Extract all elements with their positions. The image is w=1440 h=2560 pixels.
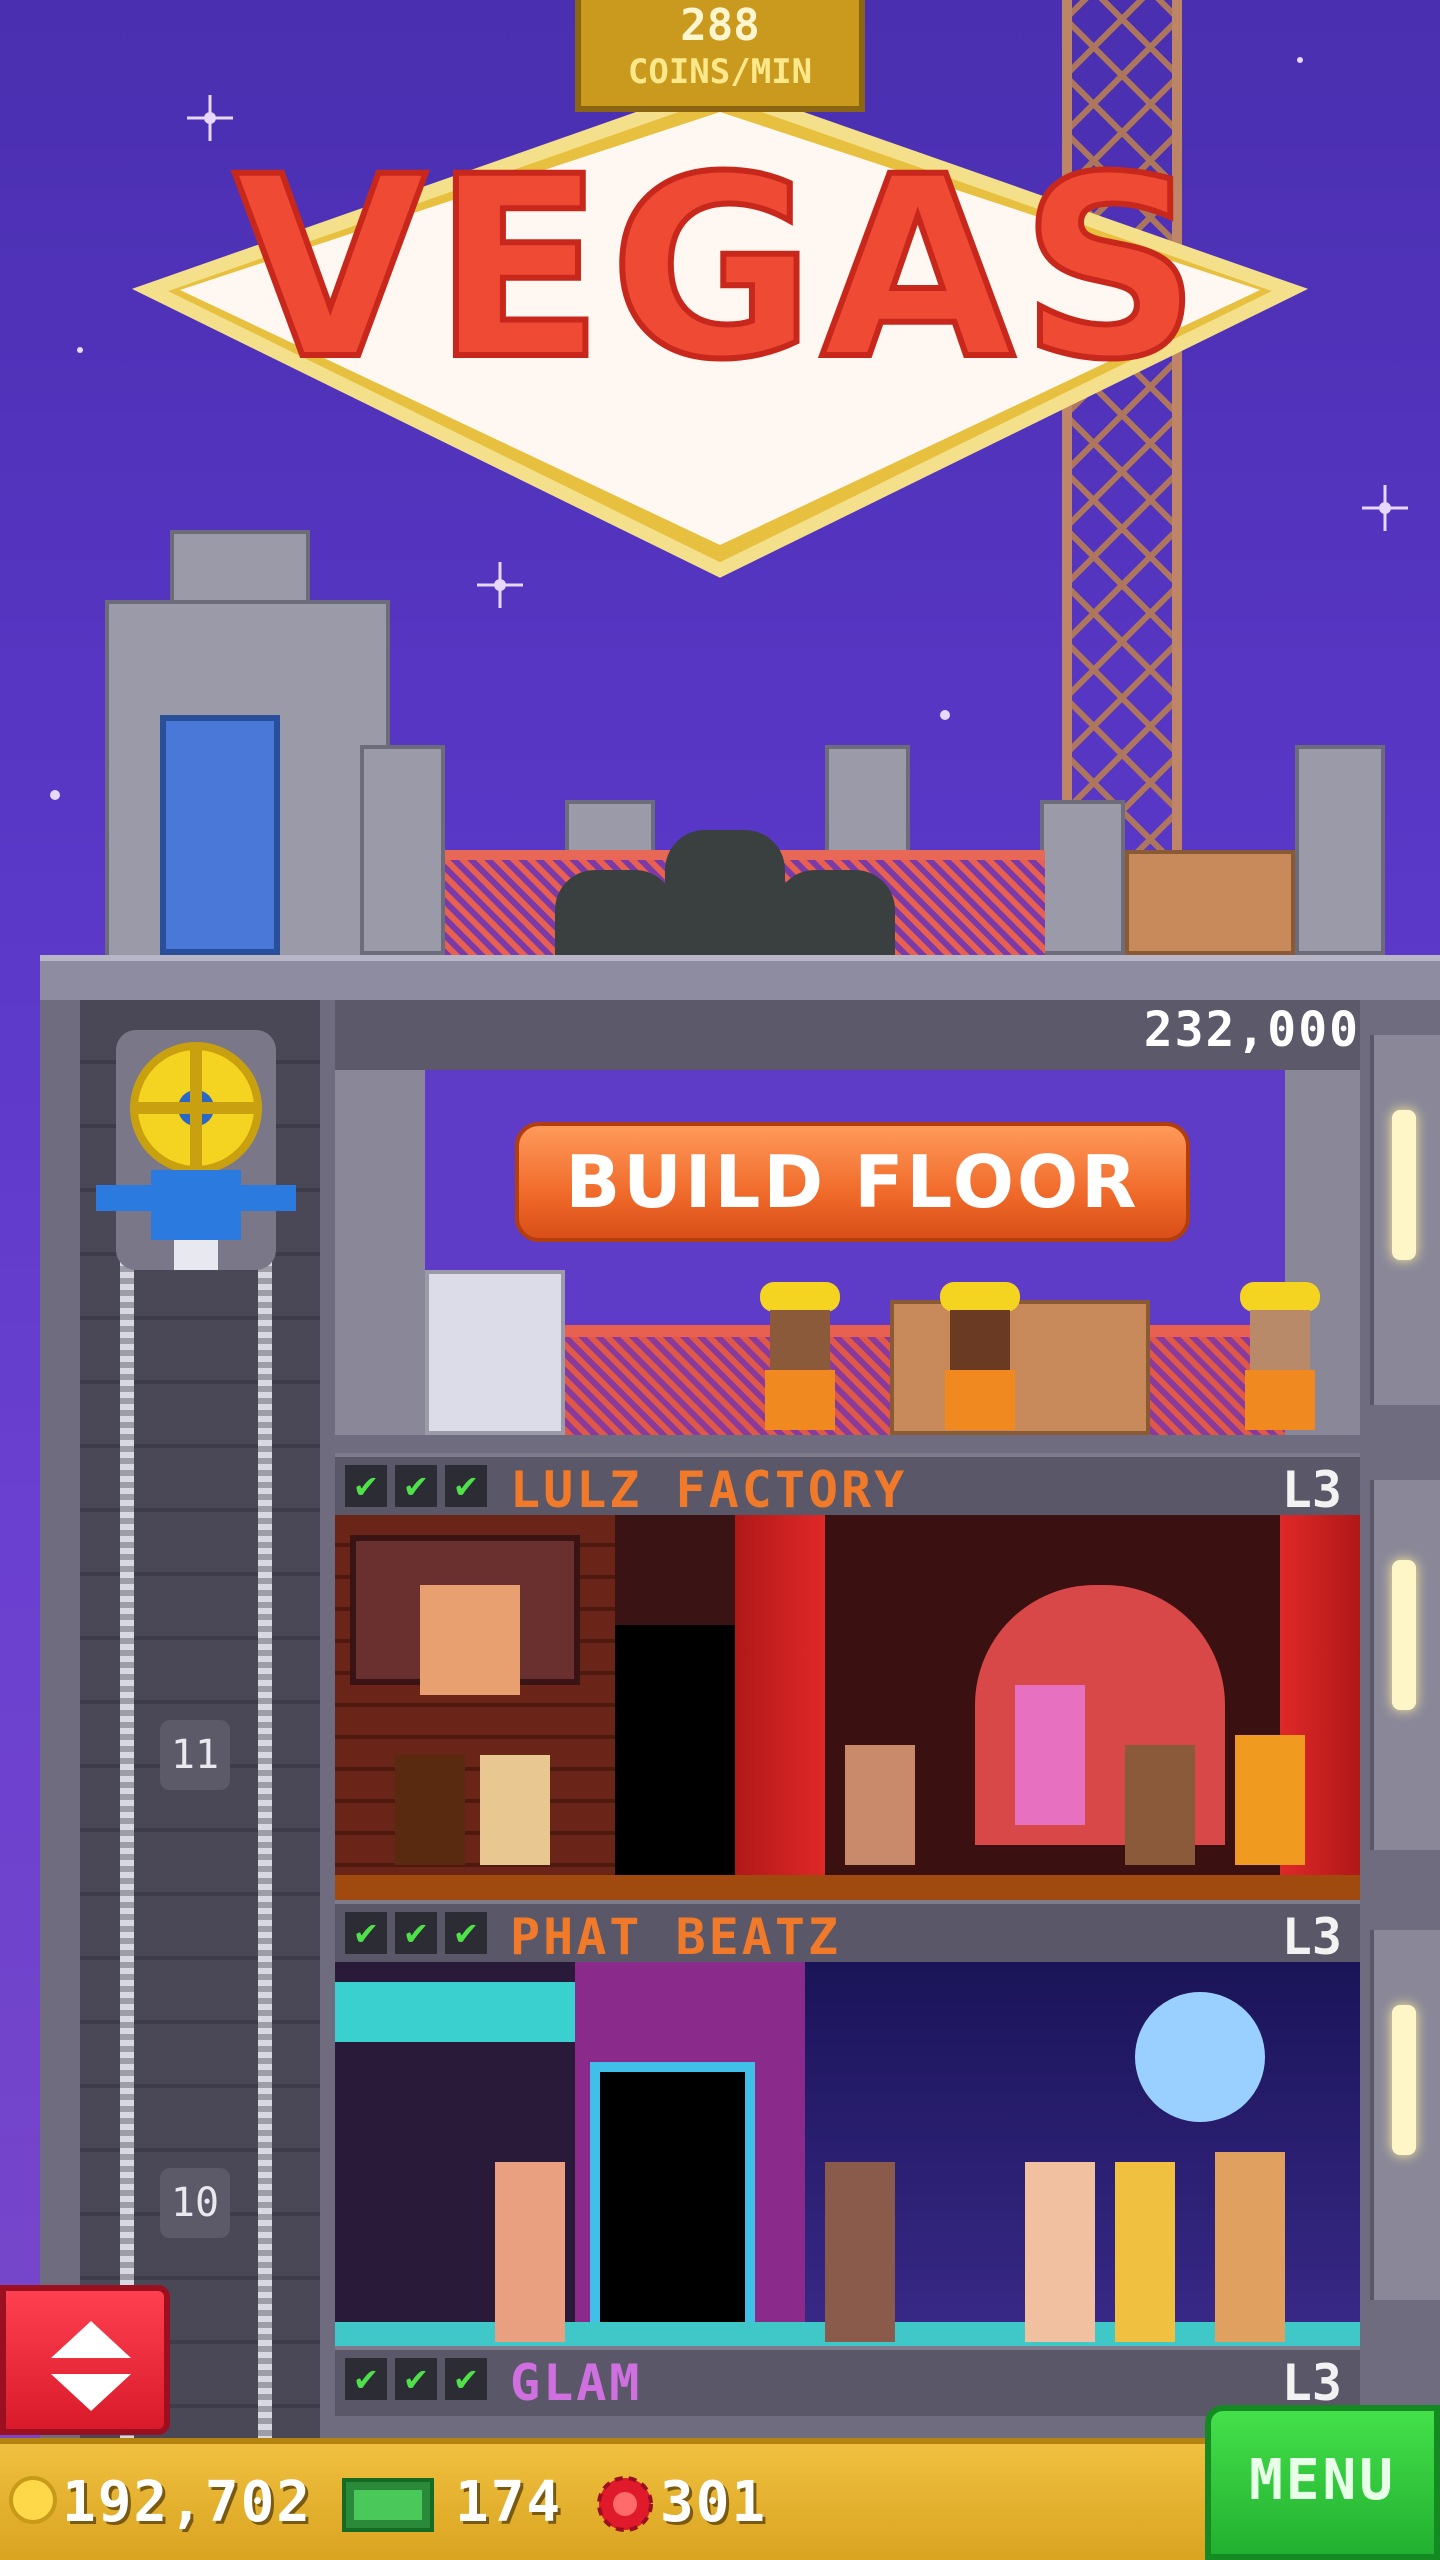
check-icon: ✔ — [445, 1912, 487, 1954]
chips-value: 301 — [660, 2470, 768, 2535]
check-icon: ✔ — [395, 2358, 437, 2400]
roof-pillar — [1295, 745, 1385, 955]
roof-barrels — [555, 830, 905, 955]
build-floor-cost: 232,000 — [1143, 1002, 1360, 1058]
bux-value: 174 — [455, 2470, 563, 2535]
check-icon: ✔ — [345, 1465, 387, 1507]
vegas-sign: VEGAS — [131, 82, 1309, 578]
elevator-icon[interactable] — [96, 1030, 296, 1310]
floor-name: PHAT BEATZ — [510, 1908, 842, 1966]
sign-text: VEGAS — [234, 123, 1207, 414]
roof-pillar — [1040, 800, 1125, 955]
shaft-floor-number: 11 — [160, 1720, 230, 1790]
floor-level: L3 — [1281, 1908, 1342, 1966]
check-icon: ✔ — [395, 1465, 437, 1507]
check-icon: ✔ — [345, 1912, 387, 1954]
side-light — [1392, 1560, 1416, 1710]
room-phat-beatz[interactable] — [335, 1962, 1360, 2352]
bux-icon — [342, 2478, 434, 2532]
menu-button[interactable]: MENU — [1205, 2405, 1440, 2560]
floor-bar-phat-beatz[interactable]: ✔ ✔ ✔ PHAT BEATZ L3 — [335, 1900, 1360, 1966]
floor-name: LULZ FACTORY — [510, 1461, 908, 1519]
floor-stock-checks: ✔ ✔ ✔ — [345, 1912, 495, 1954]
roof-door — [160, 715, 280, 955]
check-icon: ✔ — [395, 1912, 437, 1954]
check-icon: ✔ — [345, 2358, 387, 2400]
side-light — [1392, 1110, 1416, 1260]
floor-stock-checks: ✔ ✔ ✔ — [345, 2358, 495, 2400]
roof-ledge — [40, 955, 1440, 1001]
floor-bar-glam[interactable]: ✔ ✔ ✔ GLAM L3 — [335, 2346, 1360, 2416]
check-icon: ✔ — [445, 1465, 487, 1507]
side-light — [1392, 2005, 1416, 2155]
check-icon: ✔ — [445, 2358, 487, 2400]
floor-bar-lulz-factory[interactable]: ✔ ✔ ✔ LULZ FACTORY L3 — [335, 1453, 1360, 1519]
floor-stock-checks: ✔ ✔ ✔ — [345, 1465, 495, 1507]
coins-value: 192,702 — [62, 2470, 313, 2535]
floor-name: GLAM — [510, 2354, 643, 2412]
roof-vent — [170, 530, 310, 605]
scroll-arrows-icon — [51, 2321, 131, 2411]
roof-pillar — [360, 745, 445, 955]
coins-per-minute-badge: 288 COINS/MIN — [575, 0, 865, 112]
chip-icon — [597, 2476, 653, 2532]
coin-icon — [9, 2476, 57, 2524]
shaft-floor-number: 10 — [160, 2168, 230, 2238]
roof-crate — [1125, 850, 1295, 955]
room-lulz-factory[interactable] — [335, 1515, 1360, 1905]
scroll-floors-button[interactable] — [0, 2285, 170, 2435]
construction-workers — [760, 1282, 1320, 1430]
floor-level: L3 — [1281, 1461, 1342, 1519]
build-floor-button[interactable]: BUILD FLOOR — [515, 1122, 1190, 1242]
floor-level: L3 — [1281, 2354, 1342, 2412]
coins-per-minute-label: COINS/MIN — [627, 52, 813, 92]
coins-per-minute-value: 288 — [680, 0, 760, 51]
